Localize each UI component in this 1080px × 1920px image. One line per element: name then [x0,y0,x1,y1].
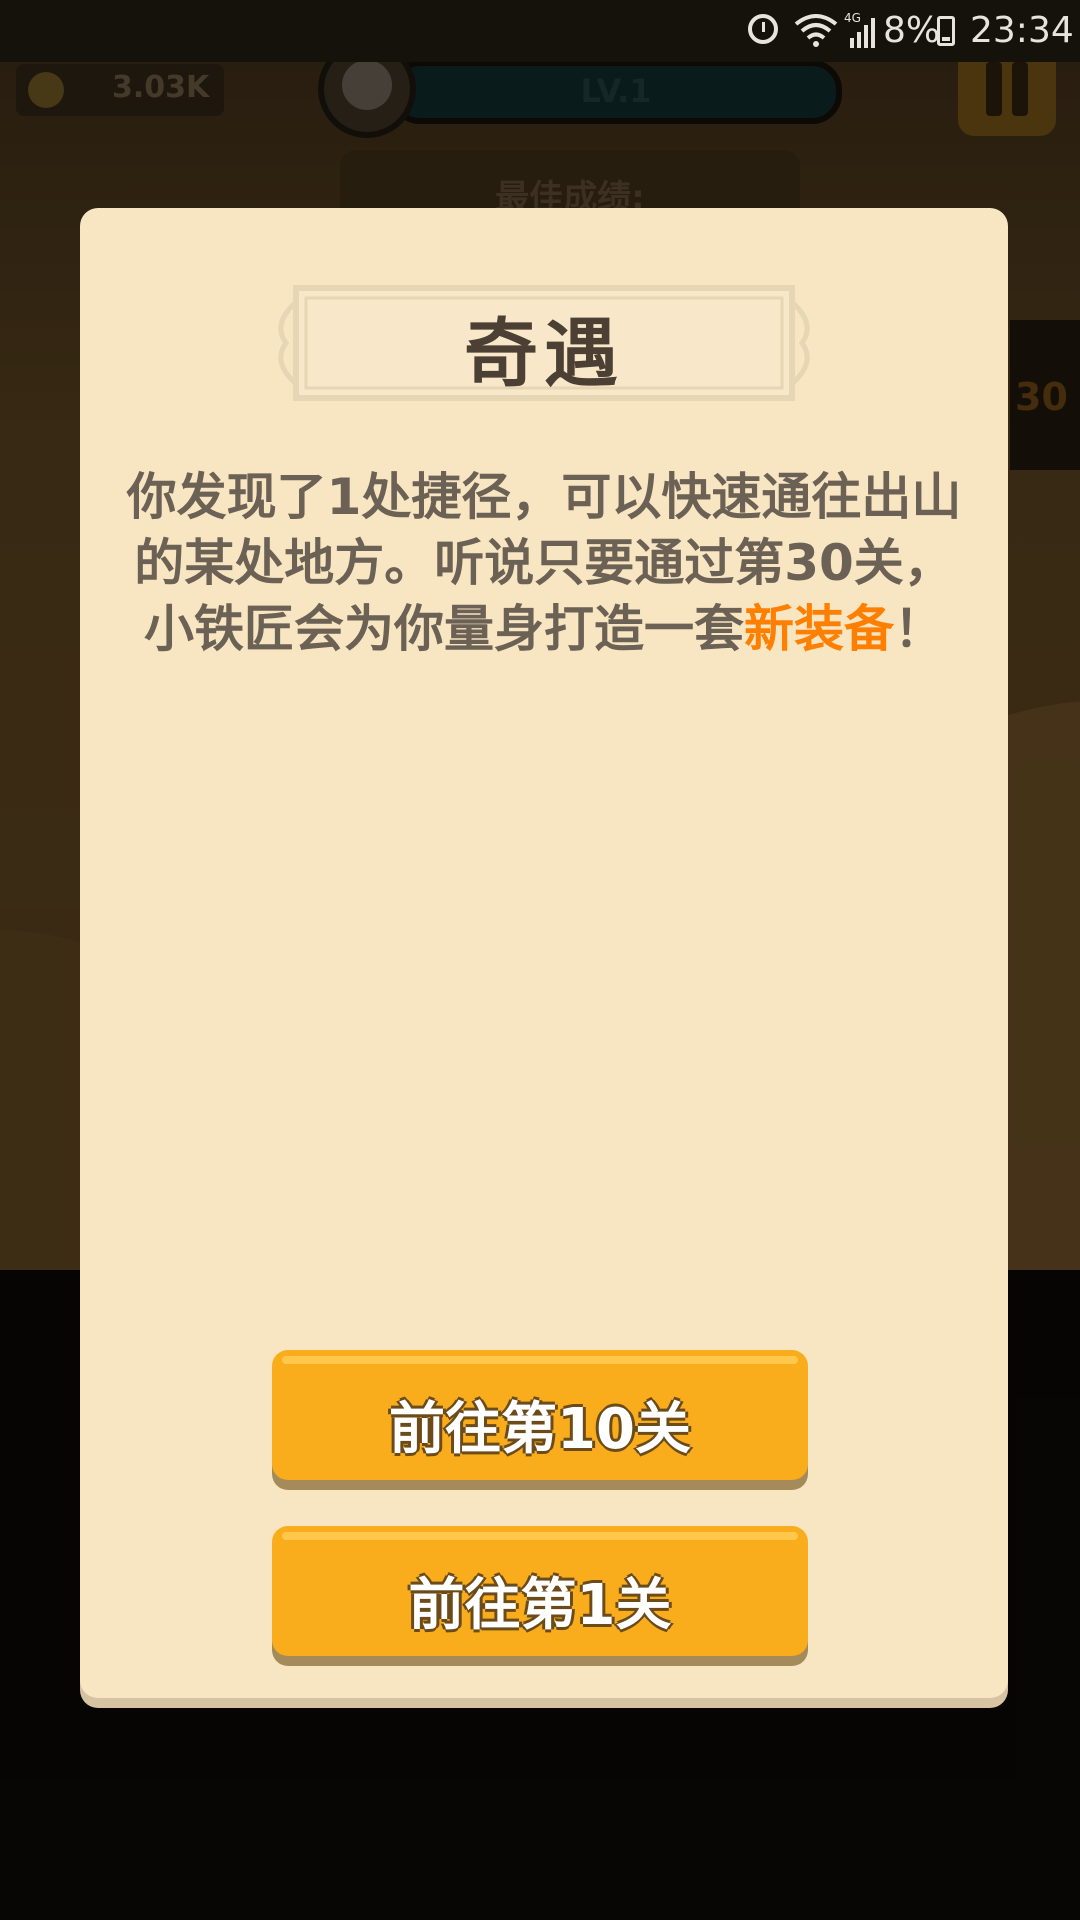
go-to-level-1-button[interactable]: 前往第1关 [272,1526,808,1656]
go-to-level-10-button[interactable]: 前往第10关 [272,1350,808,1480]
message-end: ！ [894,600,944,658]
dialog-title: 奇遇 [464,311,624,397]
wifi-icon [794,14,838,47]
signal-icon: 4G [844,11,875,48]
battery-icon [937,16,955,46]
encounter-dialog: 奇遇 你发现了1处捷径，可以快速通往出山的某处地方。听说只要通过第30关，小铁匠… [80,208,1008,1698]
game-screen: 最佳成绩: 30 3.03K LV.1 4G 8% 23:34 奇遇 你发现了1… [0,0,1080,1920]
battery-percent: 8% [883,10,941,51]
button-label: 前往第10关 [389,1397,691,1462]
message-highlight: 新装备 [744,600,894,658]
button-label: 前往第1关 [408,1573,672,1638]
clock: 23:34 [970,10,1074,51]
status-bar: 4G 8% 23:34 [0,0,1080,62]
dialog-message: 你发现了1处捷径，可以快速通往出山的某处地方。听说只要通过第30关，小铁匠会为你… [110,464,978,662]
network-type: 4G [844,11,861,25]
alarm-icon [748,14,778,44]
title-plaque: 奇遇 [266,284,822,402]
